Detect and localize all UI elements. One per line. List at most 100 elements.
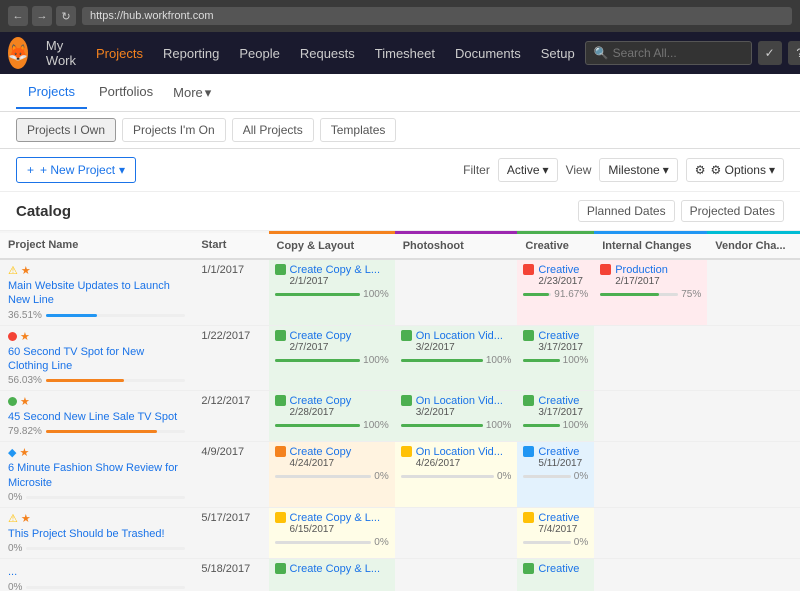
- task-date-internal-0: 2/17/2017: [615, 276, 668, 287]
- chevron-down-icon: ▾: [543, 163, 549, 177]
- checkmark-icon-btn[interactable]: ✓: [758, 41, 782, 65]
- milestone-cell-copy-5: Create Copy & L...: [269, 559, 395, 591]
- task-name-creative-3[interactable]: Creative: [538, 446, 582, 458]
- col-creative: Creative: [517, 233, 594, 260]
- nav-requests[interactable]: Requests: [290, 32, 365, 74]
- start-date-1: 1/22/2017: [193, 325, 268, 391]
- nav-my-work[interactable]: My Work: [36, 32, 86, 74]
- subtab-templates[interactable]: Templates: [320, 118, 397, 142]
- task-date-copy-1: 2/7/2017: [290, 342, 352, 353]
- task-name-copy-4[interactable]: Create Copy & L...: [290, 512, 381, 524]
- table-row: ★ 60 Second TV Spot for New Clothing Lin…: [0, 325, 800, 391]
- subtab-projects-im-on[interactable]: Projects I'm On: [122, 118, 226, 142]
- subtab-projects-i-own[interactable]: Projects I Own: [16, 118, 116, 142]
- task-name-photoshoot-3[interactable]: On Location Vid...: [416, 446, 503, 458]
- project-name-3[interactable]: 6 Minute Fashion Show Review for Microsi…: [8, 461, 185, 490]
- date-controls: Planned Dates Projected Dates: [578, 200, 784, 222]
- task-pct-copy-0: 100%: [363, 289, 389, 300]
- tab-more[interactable]: More ▾: [165, 77, 219, 109]
- tab-portfolios[interactable]: Portfolios: [87, 76, 165, 109]
- milestone-cell-internal-5: [594, 559, 707, 591]
- milestone-cell-vendor-0: [707, 259, 800, 325]
- star-icon: ★: [21, 264, 31, 277]
- task-pct-copy-4: 0%: [374, 537, 388, 548]
- tab-projects[interactable]: Projects: [16, 76, 87, 109]
- task-name-photoshoot-2[interactable]: On Location Vid...: [416, 395, 503, 407]
- main-tabs: Projects Portfolios More ▾: [0, 74, 800, 112]
- search-input[interactable]: [613, 46, 743, 60]
- task-name-copy-3[interactable]: Create Copy: [290, 446, 352, 458]
- task-name-creative-5[interactable]: Creative: [538, 563, 579, 575]
- filter-active-button[interactable]: Active ▾: [498, 158, 558, 182]
- project-table-container[interactable]: Project Name Start Copy & Layout Photosh…: [0, 231, 800, 591]
- start-date-2: 2/12/2017: [193, 391, 268, 442]
- task-pct-internal-0: 75%: [681, 289, 701, 300]
- task-name-copy-1[interactable]: Create Copy: [290, 330, 352, 342]
- toolbar: + + New Project ▾ Filter Active ▾ View M…: [0, 149, 800, 192]
- address-bar[interactable]: https://hub.workfront.com: [82, 7, 792, 25]
- task-name-creative-1[interactable]: Creative: [538, 330, 583, 342]
- task-pct-copy-1: 100%: [363, 355, 389, 366]
- browser-controls: ← → ↻: [8, 6, 76, 26]
- projected-dates-button[interactable]: Projected Dates: [681, 200, 784, 222]
- start-date-3: 4/9/2017: [193, 442, 268, 508]
- milestone-cell-creative-1: Creative 3/17/2017 100%: [517, 325, 594, 391]
- nav-timesheet[interactable]: Timesheet: [365, 32, 445, 74]
- new-project-button[interactable]: + + New Project ▾: [16, 157, 136, 183]
- nav-people[interactable]: People: [229, 32, 289, 74]
- nav-reporting[interactable]: Reporting: [153, 32, 229, 74]
- plus-icon: +: [27, 163, 34, 177]
- milestone-cell-photoshoot-1: On Location Vid... 3/2/2017 100%: [395, 325, 518, 391]
- start-date-5: 5/18/2017: [193, 559, 268, 591]
- options-button[interactable]: ⚙ ⚙ Options ▾: [686, 158, 784, 182]
- task-date-creative-4: 7/4/2017: [538, 524, 579, 535]
- table-row: ⚠★ Main Website Updates to Launch New Li…: [0, 259, 800, 325]
- progress-pct-3: 0%: [8, 492, 22, 503]
- milestone-view-button[interactable]: Milestone ▾: [599, 158, 677, 182]
- planned-dates-button[interactable]: Planned Dates: [578, 200, 675, 222]
- warning-icon: ⚠: [8, 264, 18, 277]
- help-icon-btn[interactable]: ?: [788, 41, 800, 65]
- milestone-cell-creative-0: Creative 2/23/2017 91.67%: [517, 259, 594, 325]
- milestone-cell-vendor-5: [707, 559, 800, 591]
- task-name-creative-4[interactable]: Creative: [538, 512, 579, 524]
- milestone-cell-photoshoot-3: On Location Vid... 4/26/2017 0%: [395, 442, 518, 508]
- task-name-internal-0[interactable]: Production: [615, 264, 668, 276]
- milestone-cell-internal-1: [594, 325, 707, 391]
- subtab-all-projects[interactable]: All Projects: [232, 118, 314, 142]
- chevron-down-icon: ▾: [205, 85, 212, 101]
- task-name-copy-2[interactable]: Create Copy: [290, 395, 352, 407]
- task-name-creative-2[interactable]: Creative: [538, 395, 583, 407]
- nav-setup[interactable]: Setup: [531, 32, 585, 74]
- forward-button[interactable]: →: [32, 6, 52, 26]
- search-icon: 🔍: [594, 46, 609, 60]
- nav-projects[interactable]: Projects: [86, 32, 153, 74]
- search-bar[interactable]: 🔍: [585, 41, 752, 65]
- task-name-copy-0[interactable]: Create Copy & L...: [290, 264, 381, 276]
- project-name-4[interactable]: This Project Should be Trashed!: [8, 527, 185, 541]
- task-date-copy-2: 2/28/2017: [290, 407, 352, 418]
- task-name-photoshoot-1[interactable]: On Location Vid...: [416, 330, 503, 342]
- task-pct-copy-2: 100%: [363, 420, 389, 431]
- project-name-cell-0: ⚠★ Main Website Updates to Launch New Li…: [0, 259, 193, 325]
- project-name-2[interactable]: 45 Second New Line Sale TV Spot: [8, 410, 185, 424]
- col-copy-layout: Copy & Layout: [269, 233, 395, 260]
- back-button[interactable]: ←: [8, 6, 28, 26]
- project-name-5[interactable]: ...: [8, 565, 185, 579]
- reload-button[interactable]: ↻: [56, 6, 76, 26]
- chevron-down-icon: ▾: [119, 163, 125, 177]
- table-row: ◆★ 6 Minute Fashion Show Review for Micr…: [0, 442, 800, 508]
- task-pct-creative-0: 91.67%: [554, 289, 588, 300]
- chevron-down-icon: ▾: [663, 163, 669, 177]
- milestone-cell-photoshoot-4: [395, 508, 518, 559]
- progress-bar-5: [26, 586, 185, 589]
- milestone-cell-vendor-2: [707, 391, 800, 442]
- nav-documents[interactable]: Documents: [445, 32, 531, 74]
- project-name-1[interactable]: 60 Second TV Spot for New Clothing Line: [8, 345, 185, 374]
- col-start: Start: [193, 233, 268, 260]
- col-internal: Internal Changes: [594, 233, 707, 260]
- task-name-copy-5[interactable]: Create Copy & L...: [290, 563, 381, 575]
- task-name-creative-0[interactable]: Creative: [538, 264, 583, 276]
- project-name-0[interactable]: Main Website Updates to Launch New Line: [8, 279, 185, 308]
- sub-tabs: Projects I Own Projects I'm On All Proje…: [0, 112, 800, 149]
